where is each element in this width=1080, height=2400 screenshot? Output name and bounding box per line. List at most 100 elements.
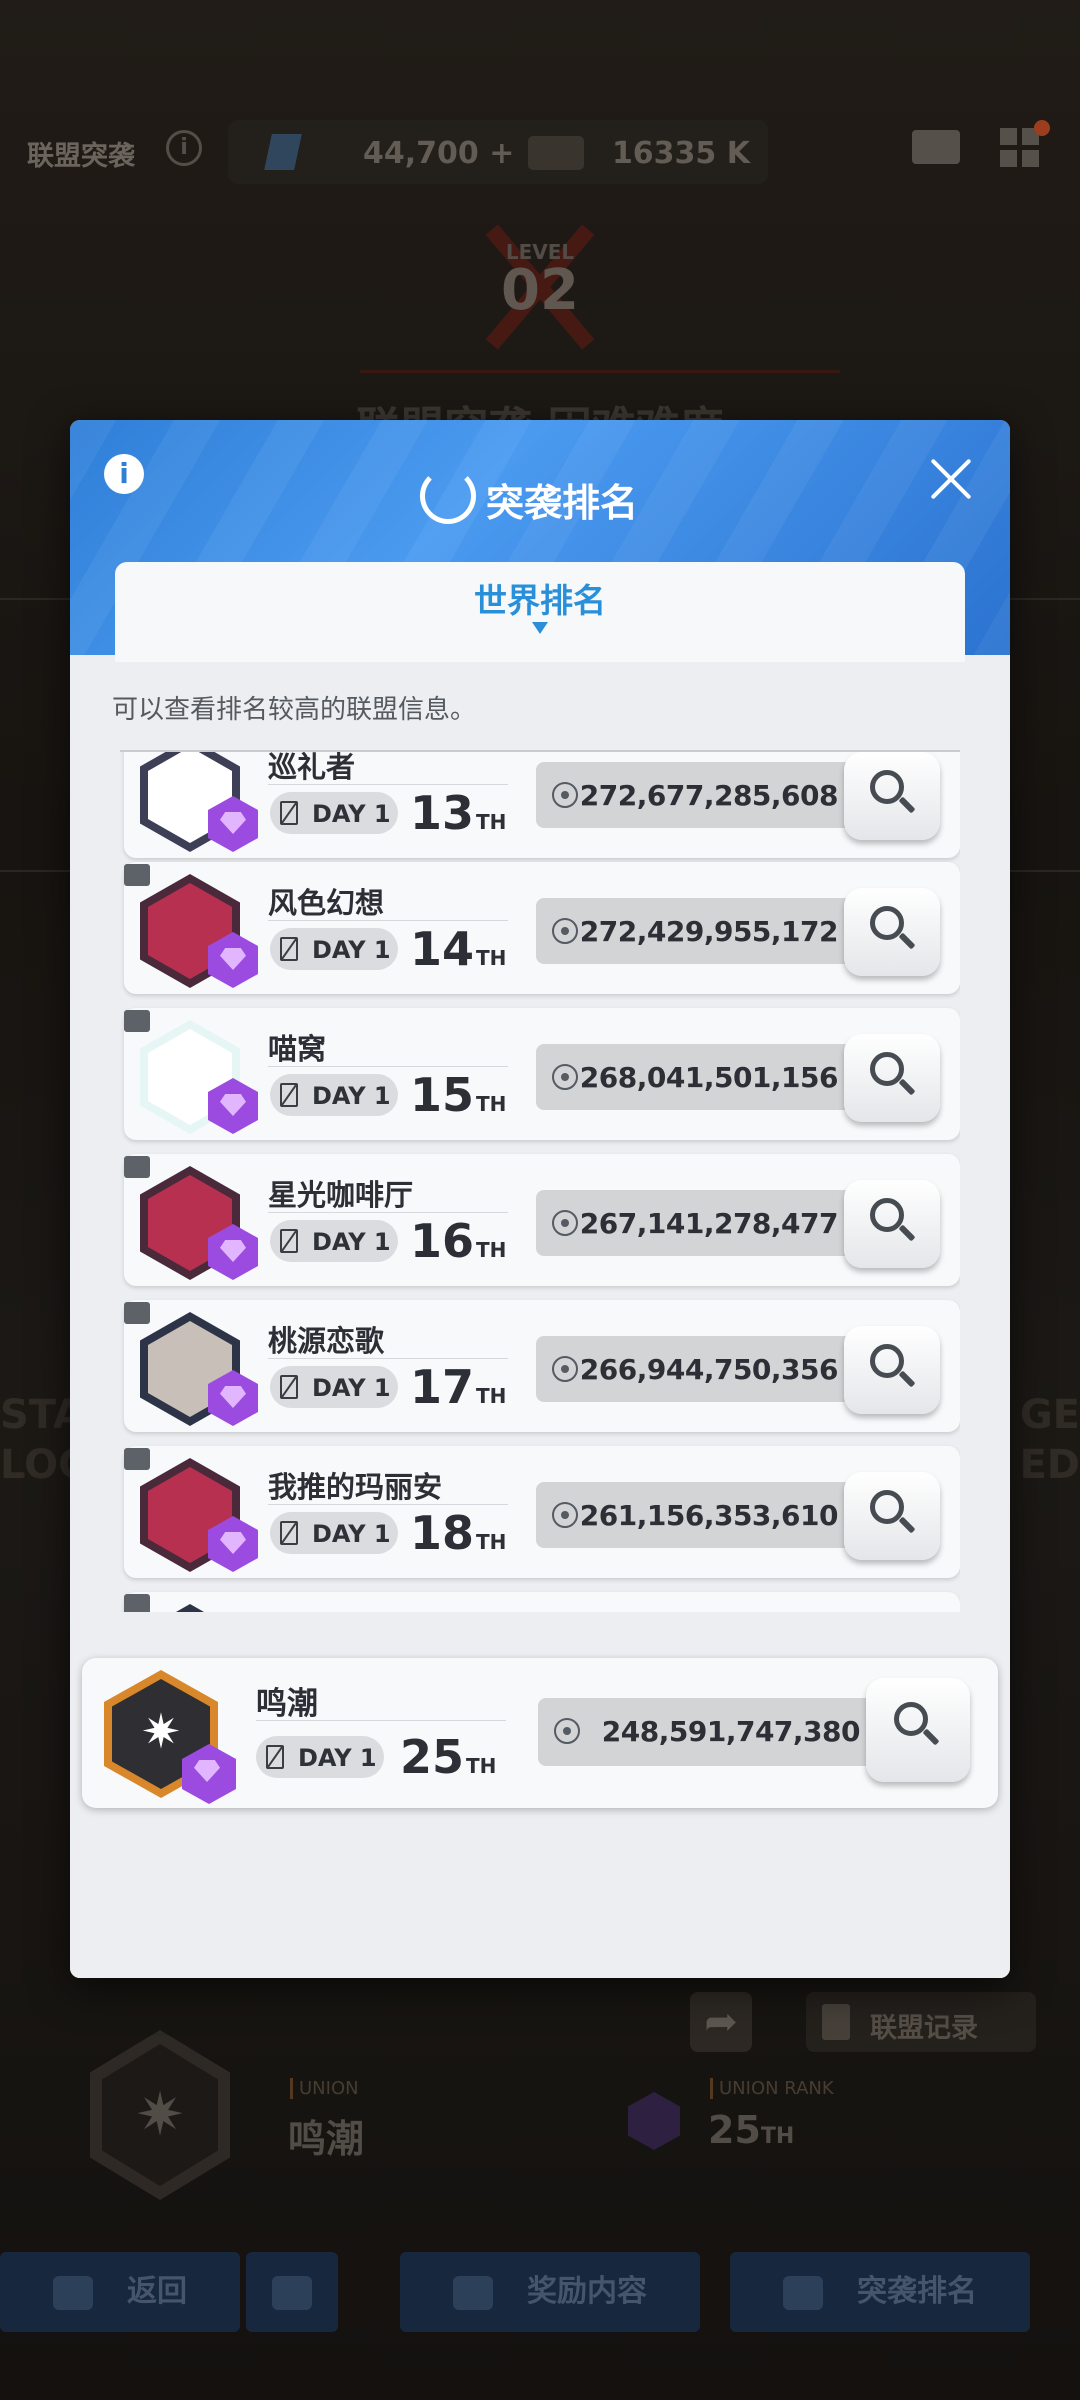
union-name: 喵窝	[268, 1032, 327, 1066]
rank-suffix: TH	[476, 1092, 507, 1116]
union-name: 桃源恋歌	[268, 1324, 385, 1358]
union-name: 星光咖啡厅	[268, 1178, 414, 1212]
score-pill: 272,429,955,172	[536, 898, 846, 964]
union-name: 我推的玛丽安	[268, 1470, 443, 1504]
score-pill: 266,944,750,356	[536, 1336, 846, 1402]
search-button[interactable]	[844, 888, 940, 976]
flag-icon	[124, 1594, 150, 1612]
own-union-row: ✷ 鸣潮 DAY 1 25 TH 248,591,747,380	[82, 1658, 998, 1808]
ranking-row: 卡皮巴拉DAY 119TH260,222,641,183	[120, 1592, 960, 1612]
day-label: DAY 1	[312, 1228, 391, 1256]
no-entry-icon	[280, 1521, 298, 1545]
flag-icon	[124, 864, 150, 886]
own-rank: 25 TH	[400, 1730, 496, 1784]
tab-label: 世界排名	[474, 581, 606, 620]
rank-suffix: TH	[476, 1530, 507, 1554]
day-badge: DAY 1	[270, 792, 398, 834]
day-badge: DAY 1	[270, 1074, 398, 1116]
ranking-row: 风色幻想 DAY 1 14 TH 272,429,955,172	[120, 862, 960, 1000]
search-button[interactable]	[844, 1326, 940, 1414]
score-pill: 268,041,501,156	[536, 1044, 846, 1110]
target-icon	[552, 1210, 578, 1236]
own-rank-suffix: TH	[466, 1754, 497, 1778]
own-rank-number: 25	[400, 1730, 465, 1784]
rank: 15 TH	[410, 1068, 506, 1122]
rank-number: 13	[410, 786, 475, 840]
rank-suffix: TH	[476, 810, 507, 834]
score: 268,041,501,156	[579, 1061, 839, 1094]
rank-number: 16	[410, 1214, 475, 1268]
flag-icon	[124, 1010, 150, 1032]
target-icon	[552, 782, 578, 808]
rank: 17 TH	[410, 1360, 506, 1414]
score: 261,156,353,610	[579, 1499, 839, 1532]
day-label: DAY 1	[312, 1520, 391, 1548]
day-badge: DAY 1	[256, 1736, 384, 1778]
search-button[interactable]	[844, 1034, 940, 1122]
no-entry-icon	[280, 1375, 298, 1399]
target-icon	[552, 1502, 578, 1528]
ranking-row: 星光咖啡厅 DAY 1 16 TH 267,141,278,477	[120, 1154, 960, 1292]
caret-down-icon	[532, 622, 548, 634]
score: 266,944,750,356	[579, 1353, 839, 1386]
ranking-row: 桃源恋歌 DAY 1 17 TH 266,944,750,356	[120, 1300, 960, 1438]
rank: 13 TH	[410, 786, 506, 840]
no-entry-icon	[266, 1745, 284, 1769]
score: 272,429,955,172	[579, 915, 839, 948]
day-label: DAY 1	[312, 1082, 391, 1110]
description-text: 可以查看排名较高的联盟信息。	[112, 695, 477, 725]
rank-number: 14	[410, 922, 475, 976]
union-name: 风色幻想	[268, 886, 385, 920]
rank: 16 TH	[410, 1214, 506, 1268]
day-badge: DAY 1	[270, 1512, 398, 1554]
rank-suffix: TH	[476, 946, 507, 970]
day-label: DAY 1	[312, 936, 391, 964]
own-search-button[interactable]	[866, 1678, 970, 1782]
no-entry-icon	[280, 937, 298, 961]
target-icon	[554, 1718, 580, 1744]
ranking-row: 喵窝 DAY 1 15 TH 268,041,501,156	[120, 1008, 960, 1146]
no-entry-icon	[280, 1083, 298, 1107]
score: 272,677,285,608	[579, 779, 839, 812]
ranking-list[interactable]: 巡礼者 DAY 1 13 TH 272,677,285,608 风色幻想 DAY 1 14 TH…	[120, 750, 960, 1612]
flag-icon	[124, 1156, 150, 1178]
own-score: 248,591,747,380	[601, 1715, 861, 1748]
own-union-name: 鸣潮	[256, 1686, 318, 1722]
close-icon[interactable]	[928, 456, 974, 502]
day-label: DAY 1	[312, 800, 391, 828]
score-pill: 248,591,747,380	[538, 1698, 868, 1766]
day-label: DAY 1	[312, 1374, 391, 1402]
day-label: DAY 1	[298, 1744, 377, 1772]
rank-number: 17	[410, 1360, 475, 1414]
flag-icon	[124, 1302, 150, 1324]
rank-number: 18	[410, 1506, 475, 1560]
union-name: 卡皮巴拉	[268, 1610, 384, 1612]
score-pill: 261,156,353,610	[536, 1482, 846, 1548]
star-icon: ✷	[140, 1704, 182, 1760]
ranking-row: 巡礼者 DAY 1 13 TH 272,677,285,608	[120, 750, 960, 864]
search-button[interactable]	[844, 1472, 940, 1560]
ranking-body: 可以查看排名较高的联盟信息。 巡礼者 DAY 1 13 TH 272,677,285,6…	[70, 655, 1010, 1978]
search-button[interactable]	[844, 752, 940, 840]
flag-icon	[124, 1448, 150, 1470]
rank: 14 TH	[410, 922, 506, 976]
rank-suffix: TH	[476, 1238, 507, 1262]
modal-title: 突袭排名	[485, 481, 638, 525]
raid-ranking-modal: i 突袭排名 世界排名 可以查看排名较高的联盟信息。 巡礼者 DAY 1 13 TH 2…	[70, 420, 1010, 1978]
tab-world-ranking[interactable]: 世界排名	[115, 562, 965, 662]
target-icon	[552, 1064, 578, 1090]
union-name: 巡礼者	[268, 750, 356, 784]
day-badge: DAY 1	[270, 1366, 398, 1408]
rank: 18 TH	[410, 1506, 506, 1560]
rank-number: 15	[410, 1068, 475, 1122]
day-badge: DAY 1	[270, 928, 398, 970]
score-pill: 272,677,285,608	[536, 762, 846, 828]
target-icon	[552, 918, 578, 944]
ranking-row: 我推的玛丽安 DAY 1 18 TH 261,156,353,610	[120, 1446, 960, 1584]
rank-suffix: TH	[476, 1384, 507, 1408]
day-badge: DAY 1	[270, 1220, 398, 1262]
target-icon	[552, 1356, 578, 1382]
no-entry-icon	[280, 1229, 298, 1253]
search-button[interactable]	[844, 1180, 940, 1268]
no-entry-icon	[280, 801, 298, 825]
